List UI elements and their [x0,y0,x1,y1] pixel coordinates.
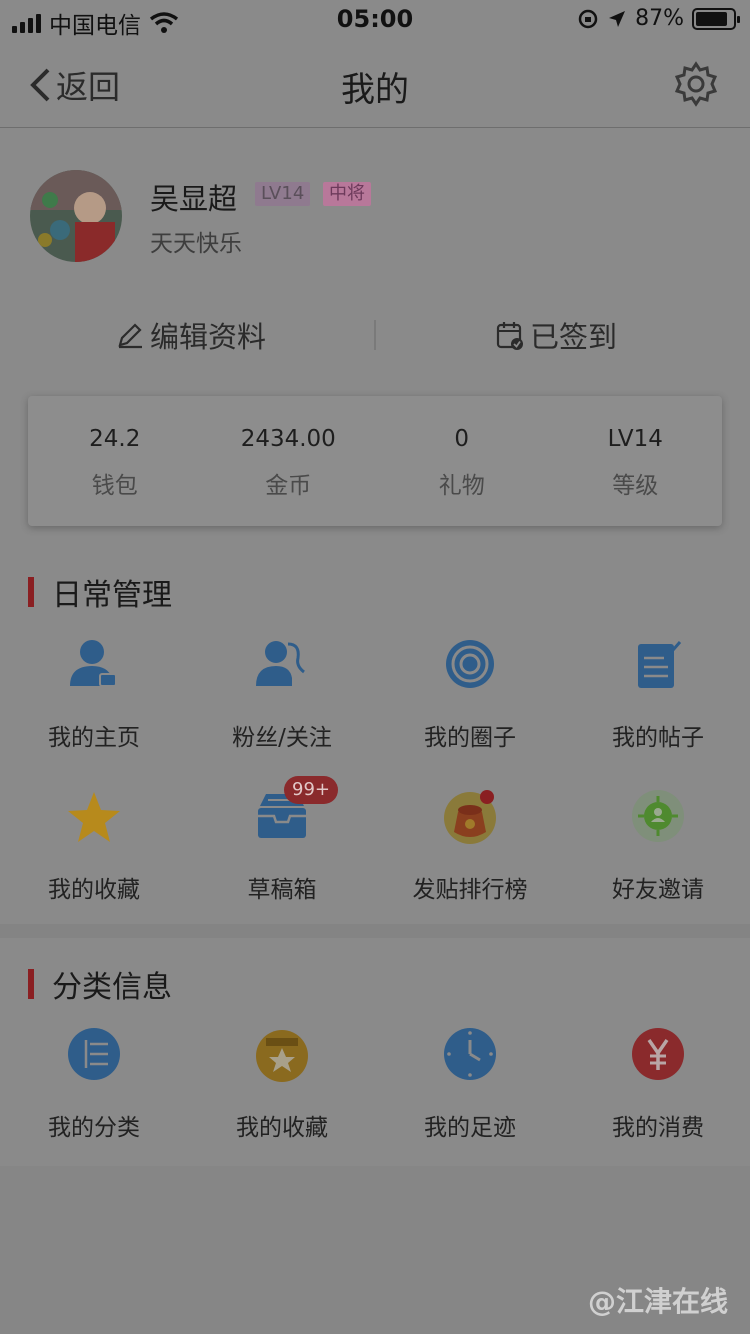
stat-coins[interactable]: 2434.00 金币 [202,396,376,526]
avatar[interactable] [30,170,122,262]
stat-label: 金币 [265,473,312,499]
yuan-icon [632,1028,684,1080]
calendar-check-icon [496,322,523,350]
grid-item-my-circle[interactable]: 我的圈子 [376,636,564,752]
grid-item-my-footprints[interactable]: 我的足迹 [376,1026,564,1142]
category-section-title: 分类信息 [28,962,172,1006]
post-icon [638,641,682,688]
action-divider [374,320,376,350]
stat-label: 礼物 [438,473,485,499]
daily-section-title: 日常管理 [28,570,172,614]
list-icon [68,1028,120,1080]
grid-item-invite-friends[interactable]: 好友邀请 [564,788,750,904]
stat-gifts[interactable]: 0 礼物 [375,396,549,526]
section-accent-bar [28,969,34,999]
grid-item-label: 我的分类 [48,1115,140,1141]
grid-item-favorites[interactable]: 我的收藏 [0,788,188,904]
grid-item-followers[interactable]: 粉丝/关注 [188,636,376,752]
grid-item-label: 我的圈子 [424,725,516,751]
grid-item-label: 我的帖子 [612,725,704,751]
level-badge: LV14 [255,182,311,206]
grid-item-label: 发贴排行榜 [412,877,528,903]
stat-label: 钱包 [91,473,138,499]
stat-value: 2434.00 [240,426,336,452]
grid-item-my-posts[interactable]: 我的帖子 [564,636,750,752]
signed-in-label: 已签到 [530,320,618,354]
status-bar: 中国电信 05:00 87% [0,0,750,40]
grid-item-post-ranking[interactable]: 发贴排行榜 [376,788,564,904]
page-title: 我的 [341,70,409,110]
stat-wallet[interactable]: 24.2 钱包 [28,396,202,526]
grid-item-drafts[interactable]: 草稿箱 [188,788,376,904]
profile-page: 中国电信 05:00 87% 返回 我的 吴显超 LV14 中将 天天快乐 编辑… [0,0,750,1334]
signed-in-button[interactable]: 已签到 [496,314,617,356]
stat-level[interactable]: LV14 等级 [549,396,723,526]
watermark: @江津在线 [587,1285,728,1318]
grid-item-label: 我的消费 [612,1115,704,1141]
section-divider [0,924,750,938]
battery-icon [692,7,740,30]
section-accent-bar [28,577,34,607]
grid-item-my-collection[interactable]: 我的收藏 [188,1026,376,1142]
grid-item-my-spending[interactable]: 我的消费 [564,1026,750,1142]
clock-icon [444,1028,496,1080]
favorite-box-icon [256,1030,308,1082]
daily-section-label: 日常管理 [52,578,172,613]
battery-percent: 87% [635,6,684,31]
nav-bar: 返回 我的 [0,40,750,128]
grid-item-label: 我的收藏 [236,1115,328,1141]
grid-item-label: 好友邀请 [612,877,704,903]
grid-item-my-homepage[interactable]: 我的主页 [0,636,188,752]
rotation-lock-icon [578,9,598,28]
stat-label: 等级 [612,473,659,499]
stat-value: LV14 [607,426,663,452]
user-name: 吴显超 [150,182,238,216]
user-home-icon [70,640,117,687]
grid-item-label: 我的足迹 [424,1115,516,1141]
edit-profile-label: 编辑资料 [150,320,267,354]
stats-card: 24.2 钱包 2434.00 金币 0 礼物 LV14 等级 [28,396,722,526]
grid-item-my-category[interactable]: 我的分类 [0,1026,188,1142]
profile-actions: 编辑资料 已签到 [0,300,750,370]
grid-item-label: 我的主页 [48,725,140,751]
edit-profile-button[interactable]: 编辑资料 [116,314,266,356]
location-icon [609,10,626,27]
grid-item-label: 草稿箱 [247,877,317,903]
circle-icon [446,640,494,688]
grid-item-label: 我的收藏 [48,877,140,903]
followers-icon [256,641,305,686]
rank-badge: 中将 [323,182,371,206]
gear-icon[interactable] [672,60,720,108]
stat-value: 0 [454,426,470,452]
pencil-icon [118,323,142,349]
category-section-label: 分类信息 [52,970,172,1005]
invite-friend-icon [632,790,684,842]
grid-item-label: 粉丝/关注 [232,725,332,751]
drafts-count-badge: 99+ [284,776,338,804]
notification-dot [480,790,494,804]
stat-value: 24.2 [89,426,141,452]
status-right: 87% [577,6,740,31]
star-icon [68,792,120,842]
battery-fill [696,11,728,26]
user-motto: 天天快乐 [150,231,242,257]
